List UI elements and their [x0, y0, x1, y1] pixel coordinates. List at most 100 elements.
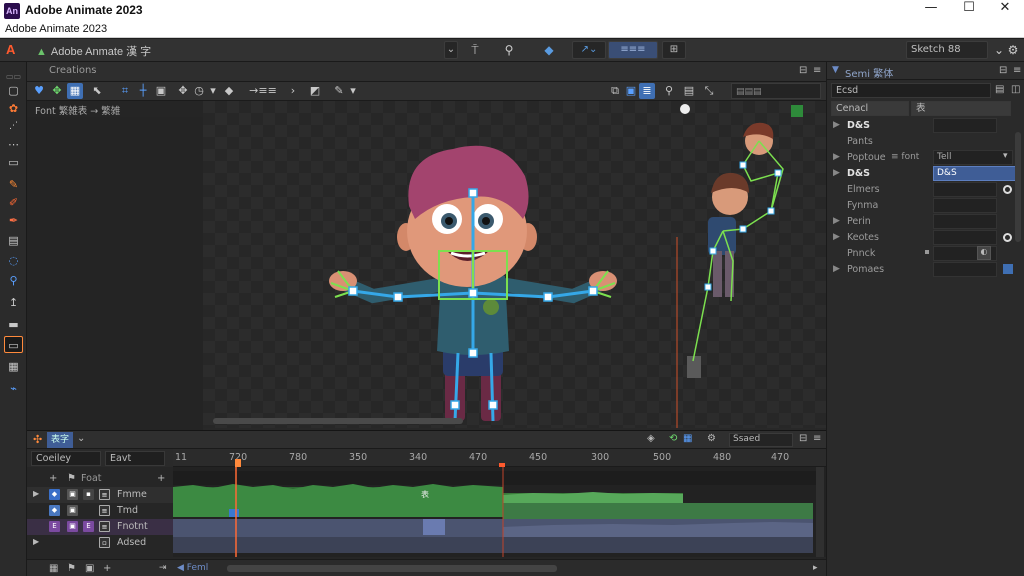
workspace-select[interactable]: Sketch 88 — [906, 41, 988, 59]
maximize-button[interactable]: ☐ — [950, 0, 988, 22]
playhead-marker[interactable] — [235, 459, 241, 467]
layer-outline-icon[interactable]: ≡ — [99, 489, 110, 500]
tab-table[interactable]: 表 — [911, 101, 1011, 116]
layer-outline-icon[interactable]: ≡ — [99, 505, 110, 516]
expand-arrow-icon[interactable]: ▶ — [833, 216, 840, 226]
timeline-options[interactable]: Ssaed — [729, 433, 793, 447]
prop-row[interactable]: ▶ D&S — [827, 118, 1024, 134]
move-tool-icon[interactable]: ✥ — [49, 83, 65, 99]
brush-dropdown[interactable]: ↗⌄ — [572, 41, 606, 59]
stage-search-input[interactable]: ▤▤▤ — [731, 83, 821, 99]
dropdown-button[interactable]: ⌄ — [444, 41, 458, 59]
eyedropper-tool-icon[interactable]: ↥ — [4, 294, 23, 311]
prop-row[interactable]: Pants — [827, 134, 1024, 150]
lasso-tool-icon[interactable]: ◌ — [4, 252, 23, 269]
expand-arrow-icon[interactable]: ▶ — [833, 264, 840, 274]
prop-row[interactable]: ▶ Perin — [827, 214, 1024, 230]
camera-tool-icon[interactable]: ⌁ — [4, 380, 23, 397]
layer-lock-icon[interactable]: ▣ — [67, 505, 78, 516]
layer-visible-icon[interactable]: ▪ — [83, 489, 94, 500]
paint-bucket-icon[interactable]: ◆ — [540, 42, 558, 59]
frame-icon[interactable]: ▣ — [623, 83, 639, 99]
frame-tool-icon[interactable]: ▣ — [153, 83, 169, 99]
forward-icon[interactable]: › — [285, 83, 301, 99]
frame-view-icon[interactable]: ▦ — [683, 433, 692, 444]
stack-icon[interactable]: ◩ — [307, 83, 323, 99]
camera-icon[interactable]: ⚙ — [707, 433, 716, 444]
plus-icon[interactable]: + — [49, 473, 57, 484]
panel-menu-icon[interactable]: ≡ — [813, 65, 821, 76]
properties-search-input[interactable]: Ecsd — [831, 83, 991, 98]
prop-row-selected[interactable]: ▶ D&S D&S — [827, 166, 1024, 182]
stage-canvas[interactable] — [203, 101, 826, 428]
timeline-tracks[interactable]: 表 — [173, 467, 826, 557]
new-layer-icon[interactable]: ▦ — [49, 563, 58, 574]
expand-arrow-icon[interactable]: ▶ — [33, 489, 39, 498]
eyedropper-chevron-icon[interactable]: ▾ — [345, 83, 361, 99]
close-button[interactable]: ✕ — [986, 0, 1024, 22]
search-icon[interactable]: ⚲ — [661, 83, 677, 99]
shrink-icon[interactable]: ⤡ — [701, 83, 717, 99]
folder-icon[interactable]: ⚑ — [67, 563, 76, 574]
line-tool-icon[interactable]: ⋯ — [4, 136, 23, 153]
timeline-expand-icon[interactable]: ⊟ — [799, 433, 807, 444]
chevron-down-icon[interactable]: ▾ — [1003, 151, 1008, 161]
mode-button[interactable]: ≡≡≡ — [608, 41, 658, 59]
delete-layer-icon[interactable]: ▣ — [85, 563, 94, 574]
paint-tool-icon[interactable]: ✿ — [4, 100, 23, 117]
menu-title[interactable]: Adobe Animate 2023 — [5, 23, 107, 35]
frame-ruler[interactable]: 11 720 780 350 340 470 450 300 500 480 4… — [173, 449, 826, 469]
layer-search-input[interactable]: Coeiley — [31, 451, 101, 466]
expand-arrow-icon[interactable]: ▶ — [833, 168, 840, 178]
expand-arrow-icon[interactable]: ▶ — [33, 537, 39, 546]
timer-chevron-icon[interactable]: ▾ — [205, 83, 221, 99]
prop-row[interactable]: Pnnck ◐ — [827, 246, 1024, 262]
layer-lock-icon[interactable]: ▣ — [67, 489, 78, 500]
layer-row[interactable]: ◆ ▣ ≡ Tmd — [27, 503, 173, 519]
add-layer-icon[interactable]: + — [157, 473, 165, 484]
layer-row[interactable]: E ▣ E ≡ Fnotnt — [27, 519, 173, 535]
layer-lock-icon[interactable]: ▣ — [67, 521, 78, 532]
properties-menu-icon[interactable]: ≡ — [1013, 65, 1021, 76]
layer-visible-icon[interactable]: E — [83, 521, 94, 532]
expand-arrow-icon[interactable]: ▶ — [833, 152, 840, 162]
tab-creations[interactable]: Creations — [49, 65, 97, 76]
bone-tool-icon[interactable]: ⚲ — [500, 42, 518, 59]
scroll-right-icon[interactable]: ▸ — [813, 563, 818, 573]
timeline-icon[interactable]: ✣ — [33, 433, 42, 446]
pen-tool-icon[interactable]: ✒ — [4, 212, 23, 229]
document-icon[interactable]: ▤ — [681, 83, 697, 99]
diamond-icon[interactable]: ◆ — [221, 83, 237, 99]
toggle-icon[interactable]: ◐ — [977, 246, 991, 260]
settings-icon[interactable]: ⚙ — [1004, 42, 1022, 59]
prop-row[interactable]: ▶ Pomaes — [827, 262, 1024, 278]
filter-icon[interactable] — [1003, 264, 1013, 274]
scene-label[interactable]: Font 繁雑表 → 繁雑 — [35, 103, 120, 117]
timeline-horizontal-scrollbar[interactable] — [227, 565, 557, 572]
font-select[interactable]: Tell — [933, 150, 1013, 165]
eraser-tool-icon[interactable]: ▬ — [4, 316, 23, 333]
layer-outline-icon[interactable]: ▫ — [99, 537, 110, 548]
copy-icon[interactable]: ⧉ — [607, 83, 623, 99]
add-icon[interactable]: + — [103, 563, 111, 574]
loop-icon[interactable]: ⟲ — [669, 433, 677, 444]
collapse-icon[interactable]: ▼ — [832, 65, 839, 75]
transform-tool-icon[interactable]: ⋰ — [4, 118, 23, 135]
prop-row[interactable]: Fynma — [827, 198, 1024, 214]
heart-tool-icon[interactable]: ♥ — [31, 83, 47, 99]
prop-row[interactable]: Elmers — [827, 182, 1024, 198]
minimize-button[interactable]: — — [912, 0, 950, 22]
onion-skin-icon[interactable]: ◈ — [647, 433, 655, 444]
layer-outline-icon[interactable]: ≡ — [99, 521, 110, 532]
expand-arrow-icon[interactable]: ▶ — [833, 232, 840, 242]
zoom-level[interactable]: →≡≡ — [243, 83, 283, 99]
timeline-chevron-icon[interactable]: ⌄ — [77, 433, 85, 444]
library-icon[interactable]: ◫ — [1011, 84, 1020, 95]
layer-header-row[interactable]: + ⚑ Foat + — [27, 471, 173, 487]
layout-button[interactable]: ⊞ — [662, 41, 686, 59]
tab-general[interactable]: Cenacl — [831, 101, 909, 116]
prop-row[interactable]: ▶ Keotes — [827, 230, 1024, 246]
layer-icon[interactable]: ⚑ — [67, 473, 76, 484]
layer-row[interactable]: ▶ ▫ Adsed — [27, 535, 173, 551]
pin-tool-icon[interactable]: ⍑ — [466, 42, 484, 59]
